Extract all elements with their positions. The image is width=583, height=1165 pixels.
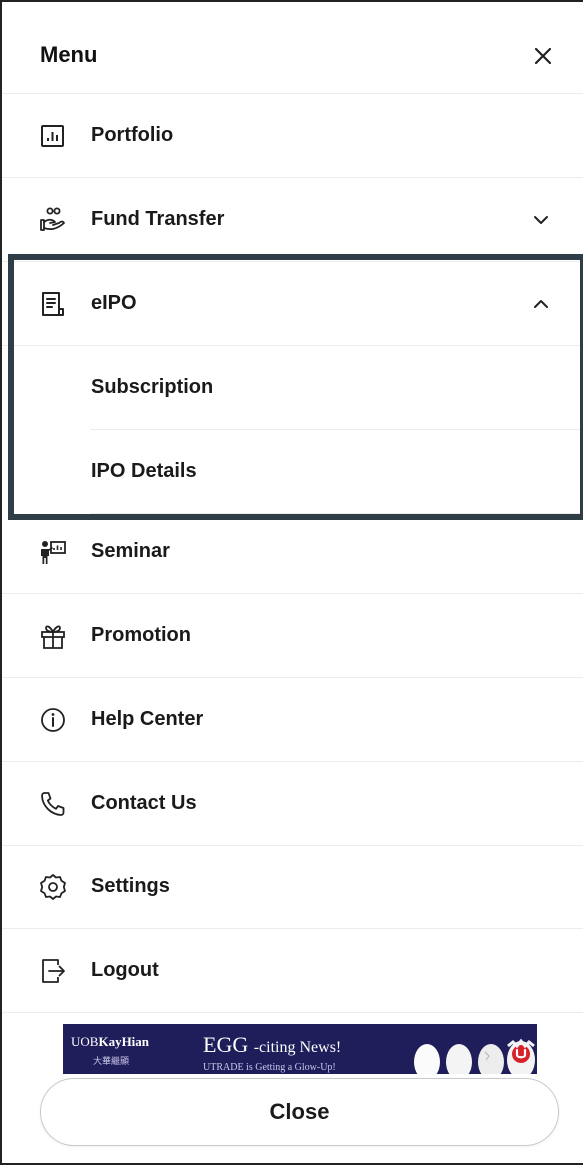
submenu-item-label: Subscription bbox=[91, 376, 214, 398]
menu-item-label: Promotion bbox=[91, 624, 191, 646]
menu-item-label: Seminar bbox=[91, 540, 170, 562]
menu-item-label: Fund Transfer bbox=[91, 208, 225, 230]
presenter-icon bbox=[41, 541, 66, 564]
submenu-item-ipo-details[interactable]: IPO Details bbox=[2, 430, 583, 514]
menu-item-fund-transfer[interactable]: Fund Transfer bbox=[2, 178, 583, 262]
gear-icon bbox=[40, 874, 66, 900]
menu-item-seminar[interactable]: Seminar bbox=[2, 510, 583, 594]
menu-item-settings[interactable]: Settings bbox=[2, 845, 583, 929]
phone-icon bbox=[41, 792, 65, 816]
menu-item-label: Contact Us bbox=[91, 792, 197, 814]
menu-panel: Menu Portfolio Fund Transfer eIPO Subscr… bbox=[0, 0, 583, 1165]
menu-item-promotion[interactable]: Promotion bbox=[2, 594, 583, 678]
close-button[interactable]: Close bbox=[40, 1078, 559, 1146]
submenu-item-subscription[interactable]: Subscription bbox=[2, 346, 583, 430]
menu-item-help-center[interactable]: Help Center bbox=[2, 678, 583, 762]
menu-item-label: eIPO bbox=[91, 292, 137, 314]
menu-item-eipo[interactable]: eIPO bbox=[2, 262, 583, 346]
menu-title: Menu bbox=[40, 42, 98, 67]
banner-brand-chinese: 大華繼顯 bbox=[93, 1057, 130, 1067]
menu-item-portfolio[interactable]: Portfolio bbox=[2, 94, 583, 178]
bar-chart-icon bbox=[41, 125, 64, 147]
info-icon bbox=[41, 708, 65, 732]
document-icon bbox=[42, 292, 64, 316]
menu-item-label: Help Center bbox=[91, 708, 204, 730]
egg-illustration bbox=[414, 1038, 535, 1074]
menu-item-label: Logout bbox=[91, 959, 159, 981]
chevron-down-icon[interactable] bbox=[530, 209, 552, 231]
promo-banner[interactable]: UOBKayHian 大華繼顯 EGG -citing News! UTRADE… bbox=[63, 1024, 537, 1074]
menu-item-label: Settings bbox=[91, 875, 170, 897]
chevron-up-icon[interactable] bbox=[530, 293, 552, 315]
gift-icon bbox=[41, 625, 65, 649]
banner-subline: UTRADE is Getting a Glow-Up! bbox=[203, 1062, 336, 1073]
submenu-item-label: IPO Details bbox=[91, 460, 197, 482]
logout-icon bbox=[42, 959, 65, 983]
menu-item-logout[interactable]: Logout bbox=[2, 929, 583, 1013]
hand-coins-icon bbox=[40, 207, 65, 231]
divider bbox=[2, 1012, 583, 1013]
menu-item-label: Portfolio bbox=[91, 124, 174, 146]
menu-item-contact-us[interactable]: Contact Us bbox=[2, 762, 583, 846]
banner-brand: UOBKayHian bbox=[71, 1034, 150, 1049]
banner-headline: EGG -citing News! bbox=[203, 1032, 342, 1057]
menu-header: Menu bbox=[2, 2, 583, 94]
close-icon[interactable] bbox=[529, 42, 557, 70]
